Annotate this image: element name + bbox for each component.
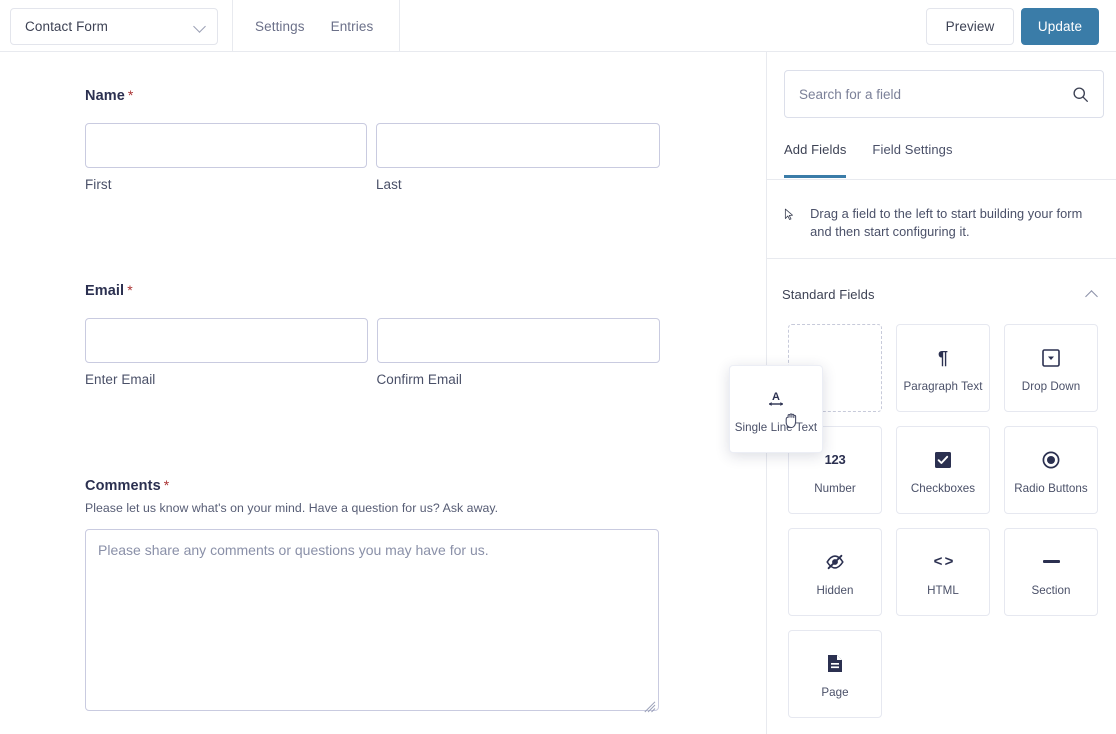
svg-text:A: A <box>772 391 780 403</box>
field-label-text: Email <box>85 283 124 299</box>
field-inputs-row: First Last <box>85 123 660 192</box>
field-col-first: First <box>85 123 367 192</box>
field-tile-checkboxes[interactable]: Checkboxes <box>896 426 990 514</box>
top-toolbar: Contact Form Settings Entries Preview Up… <box>0 0 1116 52</box>
section-title: Standard Fields <box>782 287 875 302</box>
number-123-icon: 123 <box>825 445 846 475</box>
enter-email-input[interactable] <box>85 318 368 363</box>
form-field-comments[interactable]: Comments* Please let us know what's on y… <box>85 477 659 716</box>
search-input[interactable] <box>799 87 1072 102</box>
field-tile-page[interactable]: Page <box>788 630 882 718</box>
field-tile-label: Paragraph Text <box>903 380 982 394</box>
page-document-icon <box>827 649 843 679</box>
field-label-name: Name* <box>85 87 660 104</box>
code-brackets-icon: < > <box>934 547 953 577</box>
field-label-text: Name <box>85 88 125 104</box>
pilcrow-icon: ¶ <box>938 343 948 373</box>
field-label-email: Email* <box>85 282 660 299</box>
required-asterisk: * <box>127 282 133 298</box>
field-col-enter-email: Enter Email <box>85 318 368 387</box>
field-tile-grid: ¶ Paragraph Text Drop Down 123 <box>788 324 1100 718</box>
field-tile-label: Section <box>1031 584 1070 598</box>
required-asterisk: * <box>128 87 134 103</box>
tab-field-settings[interactable]: Field Settings <box>872 142 952 178</box>
text-width-icon: A <box>765 384 787 414</box>
update-button[interactable]: Update <box>1021 8 1099 45</box>
drag-ghost-label: Single Line Text <box>735 421 817 435</box>
field-tile-label: Hidden <box>816 584 853 598</box>
nav-item-settings[interactable]: Settings <box>255 19 305 34</box>
field-tile-radio-buttons[interactable]: Radio Buttons <box>1004 426 1098 514</box>
tabs-underline-divider <box>767 179 1116 180</box>
form-field-name[interactable]: Name* First Last <box>85 87 660 192</box>
checkbox-icon <box>934 445 952 475</box>
first-name-input[interactable] <box>85 123 367 168</box>
field-description-comments: Please let us know what's on your mind. … <box>85 501 659 515</box>
drag-hint: Drag a field to the left to start buildi… <box>784 196 1104 241</box>
dash-icon <box>1043 547 1060 577</box>
field-tile-label: Radio Buttons <box>1014 482 1087 496</box>
toolbar-divider-right <box>399 0 400 52</box>
field-tile-hidden[interactable]: Hidden <box>788 528 882 616</box>
field-tile-label: Page <box>821 686 848 700</box>
chevron-down-icon <box>194 20 207 33</box>
search-icon[interactable] <box>1072 86 1089 103</box>
field-label-text: Comments <box>85 478 161 494</box>
form-selector-value: Contact Form <box>25 19 194 34</box>
field-tile-html[interactable]: < > HTML <box>896 528 990 616</box>
sublabel-enter-email: Enter Email <box>85 372 368 387</box>
field-tile-label: Number <box>814 482 856 496</box>
sublabel-first: First <box>85 177 367 192</box>
toolbar-actions: Preview Update <box>926 8 1099 45</box>
tab-add-fields[interactable]: Add Fields <box>784 142 846 178</box>
field-search-box[interactable] <box>784 70 1104 118</box>
field-tile-section[interactable]: Section <box>1004 528 1098 616</box>
field-col-last: Last <box>376 123 660 192</box>
field-col-confirm-email: Confirm Email <box>377 318 661 387</box>
hint-divider <box>767 258 1116 259</box>
field-label-comments: Comments* <box>85 477 659 494</box>
field-tile-label: Drop Down <box>1022 380 1080 394</box>
form-selector-dropdown[interactable]: Contact Form <box>10 8 218 45</box>
comments-textarea-wrapper <box>85 529 659 716</box>
toolbar-nav: Settings Entries <box>245 0 373 52</box>
field-tile-label: HTML <box>927 584 959 598</box>
form-field-email[interactable]: Email* Enter Email Confirm Email <box>85 282 660 387</box>
cursor-arrow-icon <box>784 205 794 224</box>
nav-item-entries[interactable]: Entries <box>331 19 374 34</box>
field-tile-drop-down[interactable]: Drop Down <box>1004 324 1098 412</box>
comments-textarea[interactable] <box>85 529 659 711</box>
dropdown-icon <box>1042 343 1060 373</box>
sublabel-last: Last <box>376 177 660 192</box>
panel-tabs: Add Fields Field Settings <box>784 142 1104 178</box>
chevron-up-icon[interactable] <box>1086 288 1099 301</box>
confirm-email-input[interactable] <box>377 318 661 363</box>
section-header-standard-fields[interactable]: Standard Fields <box>782 270 1116 318</box>
form-builder-app: Contact Form Settings Entries Preview Up… <box>0 0 1116 734</box>
eye-slash-icon <box>825 547 845 577</box>
field-tile-paragraph-text[interactable]: ¶ Paragraph Text <box>896 324 990 412</box>
radio-icon <box>1042 445 1060 475</box>
toolbar-divider-left <box>232 0 233 52</box>
drag-hint-text: Drag a field to the left to start buildi… <box>810 205 1104 241</box>
form-canvas: Name* First Last Email* En <box>0 52 766 734</box>
last-name-input[interactable] <box>376 123 660 168</box>
sublabel-confirm-email: Confirm Email <box>377 372 661 387</box>
field-inputs-row: Enter Email Confirm Email <box>85 318 660 387</box>
field-tile-label: Checkboxes <box>911 482 975 496</box>
drag-ghost-single-line-text[interactable]: A Single Line Text <box>729 365 823 453</box>
preview-button[interactable]: Preview <box>926 8 1014 45</box>
required-asterisk: * <box>164 477 170 493</box>
